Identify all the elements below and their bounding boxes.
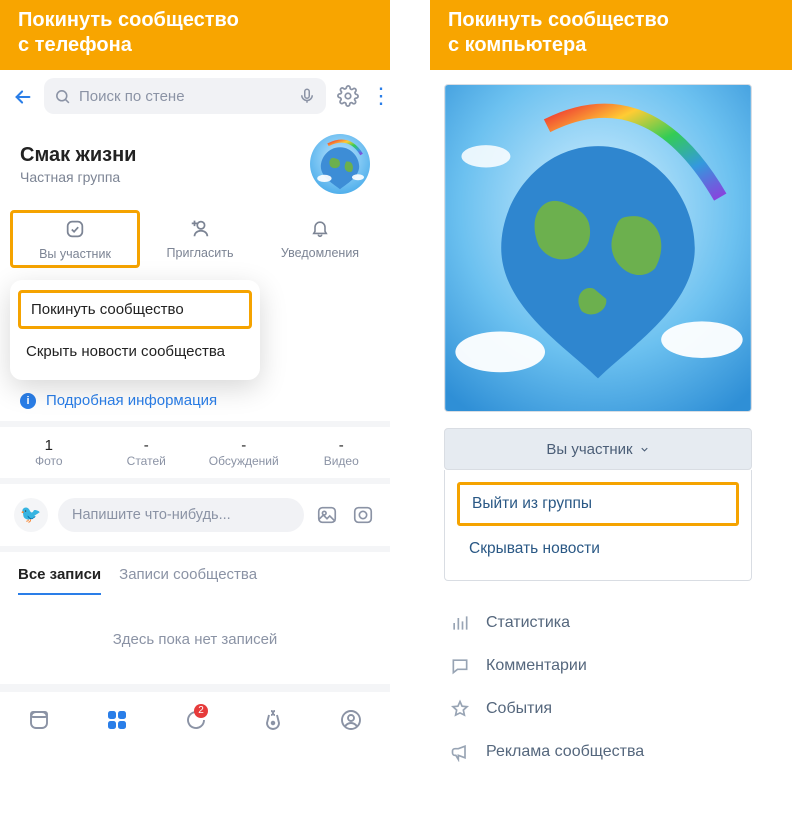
tab-all-posts[interactable]: Все записи (18, 566, 101, 595)
group-avatar-large[interactable] (444, 84, 752, 412)
user-avatar[interactable]: 🐦 (14, 498, 48, 532)
comment-icon (448, 654, 472, 677)
member-action-label: Вы участник (39, 247, 111, 261)
search-placeholder: Поиск по стене (79, 88, 185, 105)
detail-info-link[interactable]: i Подробная информация (0, 380, 390, 421)
link-ads-label: Реклама сообщества (486, 743, 644, 761)
stat-value: - (98, 437, 196, 454)
gear-icon[interactable] (334, 85, 362, 107)
stat-value: - (195, 437, 293, 454)
stat-photo[interactable]: 1 Фото (0, 427, 98, 478)
dropdown-leave-group[interactable]: Выйти из группы (457, 482, 739, 526)
back-icon[interactable] (10, 82, 36, 110)
group-subtitle: Частная группа (20, 169, 310, 185)
stat-value: - (293, 437, 391, 454)
stats-row: 1 Фото - Статей - Обсуждений - Видео (0, 421, 390, 484)
link-comments-label: Комментарии (486, 657, 587, 675)
megaphone-icon (448, 740, 472, 763)
bell-icon (310, 216, 330, 240)
member-dropdown: Выйти из группы Скрывать новости (444, 470, 752, 581)
info-icon: i (20, 393, 36, 409)
nav-clips-icon[interactable] (234, 706, 312, 732)
nav-profile-icon[interactable] (312, 706, 390, 732)
stat-label: Статей (98, 454, 196, 468)
link-stats[interactable]: Статистика (444, 601, 762, 644)
empty-state: Здесь пока нет записей (0, 595, 390, 692)
member-button-label: Вы участник (546, 441, 632, 458)
photo-icon[interactable] (314, 504, 340, 527)
stat-label: Видео (293, 454, 391, 468)
notify-action-label: Уведомления (281, 246, 359, 260)
nav-messages-icon[interactable]: 2 (156, 706, 234, 732)
detail-info-label: Подробная информация (46, 392, 217, 409)
tab-community-posts[interactable]: Записи сообщества (119, 566, 257, 595)
group-title: Смак жизни (20, 144, 310, 167)
link-ads[interactable]: Реклама сообщества (444, 730, 762, 773)
stat-value: 1 (0, 437, 98, 454)
add-user-icon (189, 216, 211, 240)
notify-action[interactable]: Уведомления (260, 216, 380, 262)
link-events[interactable]: События (444, 687, 762, 730)
nav-news-icon[interactable] (0, 706, 78, 732)
camera-icon[interactable] (350, 504, 376, 527)
link-comments[interactable]: Комментарии (444, 644, 762, 687)
member-dropdown-menu: Покинуть сообщество Скрыть новости сообщ… (10, 280, 260, 380)
compose-input[interactable]: Напишите что-нибудь... (58, 498, 304, 532)
invite-action-label: Пригласить (167, 246, 234, 260)
stat-label: Обсуждений (195, 454, 293, 468)
menu-hide-news[interactable]: Скрыть новости сообщества (10, 333, 260, 370)
stat-discussions[interactable]: - Обсуждений (195, 427, 293, 478)
menu-leave-community[interactable]: Покинуть сообщество (18, 290, 252, 329)
bar-chart-icon (448, 611, 472, 634)
mic-icon[interactable] (298, 87, 316, 105)
banner-right: Покинуть сообществос компьютера (430, 0, 792, 70)
chevron-down-icon (639, 441, 650, 458)
check-badge-icon (64, 217, 86, 241)
nav-hub-icon[interactable] (78, 706, 156, 732)
search-input[interactable]: Поиск по стене (44, 78, 326, 114)
dropdown-hide-news[interactable]: Скрывать новости (457, 530, 739, 568)
stat-label: Фото (0, 454, 98, 468)
member-action[interactable]: Вы участник (10, 210, 140, 268)
search-icon (54, 87, 71, 105)
group-avatar[interactable] (310, 134, 370, 194)
messages-badge: 2 (194, 704, 208, 718)
stat-articles[interactable]: - Статей (98, 427, 196, 478)
banner-left: Покинуть сообществос телефона (0, 0, 390, 70)
more-icon[interactable]: ⋮ (370, 83, 380, 109)
stat-video[interactable]: - Видео (293, 427, 391, 478)
link-events-label: События (486, 700, 552, 718)
invite-action[interactable]: Пригласить (140, 216, 260, 262)
link-stats-label: Статистика (486, 614, 570, 632)
star-icon (448, 697, 472, 720)
member-button[interactable]: Вы участник (444, 428, 752, 470)
